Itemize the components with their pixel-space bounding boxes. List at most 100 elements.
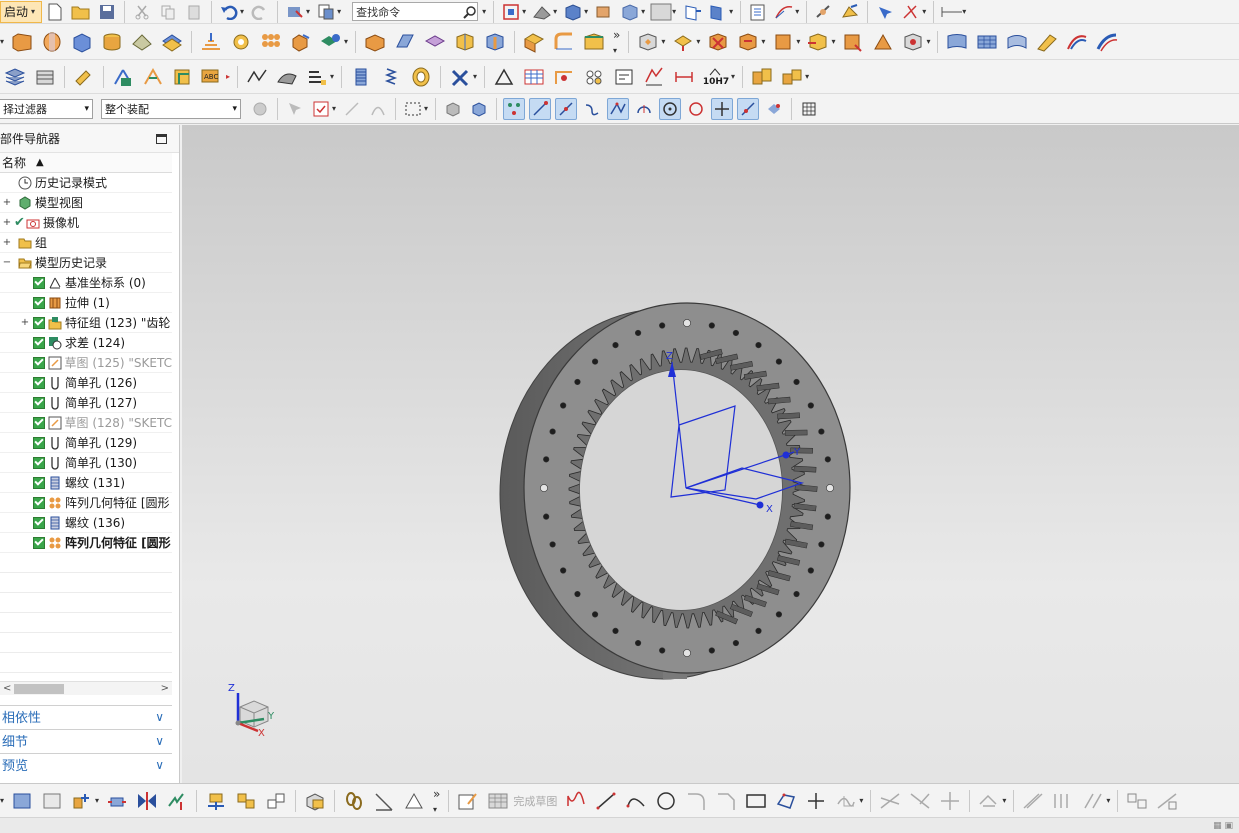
emboss-icon[interactable]	[198, 29, 224, 55]
panel-preview[interactable]: 预览 ∨	[0, 753, 172, 775]
explode-view-icon[interactable]	[203, 788, 229, 814]
sew-icon[interactable]	[422, 29, 448, 55]
dropdown-caret-icon[interactable]: ▾	[859, 796, 863, 805]
cut-icon[interactable]	[131, 1, 153, 23]
layers-icon[interactable]	[2, 64, 28, 90]
make-corner-icon[interactable]	[937, 788, 963, 814]
dropdown-caret-icon[interactable]: ▾	[330, 72, 334, 81]
analysis-curve-icon[interactable]	[773, 1, 795, 23]
swept-icon[interactable]	[1034, 29, 1060, 55]
dropdown-caret-icon[interactable]: ▾	[922, 7, 926, 16]
select-icon[interactable]	[284, 98, 306, 120]
dropdown-caret-icon[interactable]: ▾	[553, 7, 557, 16]
product-interface-icon[interactable]	[302, 788, 328, 814]
clearance-analysis-icon[interactable]	[371, 788, 397, 814]
dropdown-caret-icon[interactable]: ▾	[306, 7, 310, 16]
command-search-input[interactable]: 查找命令	[352, 2, 479, 21]
clip-section-icon[interactable]	[619, 1, 641, 23]
panel-details[interactable]: 细节 ∨	[0, 729, 172, 751]
dropdown-caret-icon[interactable]: ▾	[0, 37, 4, 46]
snap-point-icon[interactable]	[900, 1, 922, 23]
new-file-icon[interactable]	[44, 1, 66, 23]
offset-face-icon[interactable]	[159, 29, 185, 55]
render-style-icon[interactable]	[562, 1, 584, 23]
assembly-constraints-icon[interactable]	[749, 64, 775, 90]
split-body-icon[interactable]	[392, 29, 418, 55]
dropdown-caret-icon[interactable]: ▾	[796, 37, 800, 46]
pattern-face-icon[interactable]	[870, 29, 896, 55]
n-sided-surface-icon[interactable]	[1094, 29, 1120, 55]
cancel-reference-icon[interactable]	[447, 64, 473, 90]
save-icon[interactable]	[96, 1, 118, 23]
scroll-right-icon[interactable]: >	[161, 683, 169, 694]
text-annotation-icon[interactable]: ABC	[200, 64, 226, 90]
thread-feature-icon[interactable]	[348, 64, 374, 90]
chamfer-sketch-icon[interactable]	[713, 788, 739, 814]
block-icon[interactable]	[69, 29, 95, 55]
surface-curve-icon[interactable]	[274, 64, 300, 90]
expand-toggle-icon[interactable]: +	[20, 317, 30, 328]
dropdown-caret-icon[interactable]: ▾	[95, 796, 99, 805]
touch-mode-icon[interactable]	[284, 1, 306, 23]
layer-settings-icon[interactable]	[681, 1, 703, 23]
line-icon[interactable]	[593, 788, 619, 814]
extrude-icon[interactable]	[9, 29, 35, 55]
graphics-viewport[interactable]: X Y Z Z Y X	[182, 125, 1239, 783]
dropdown-caret-icon[interactable]: ▾	[1002, 796, 1006, 805]
paste-icon[interactable]	[183, 1, 205, 23]
layer-category-icon[interactable]	[32, 64, 58, 90]
dropdown-caret-icon[interactable]: ▾	[424, 104, 428, 113]
end-point-icon[interactable]	[529, 97, 552, 120]
start-menu-button[interactable]: 启动 ▾	[0, 0, 43, 23]
background-color-icon[interactable]	[650, 1, 672, 23]
visibility-checkbox[interactable]	[33, 456, 45, 469]
tree-node[interactable]: 简单孔 (127)	[0, 393, 172, 413]
column-header-name[interactable]: 名称 ▲	[0, 153, 172, 173]
unite-icon[interactable]	[288, 29, 314, 55]
dropdown-caret-icon[interactable]: ▾	[337, 7, 341, 16]
draft-icon[interactable]	[581, 29, 607, 55]
tree-node[interactable]: 求差 (124)	[0, 333, 172, 353]
visibility-checkbox[interactable]	[33, 316, 45, 329]
link-chain-icon[interactable]	[341, 788, 367, 814]
arc-center-icon[interactable]	[633, 98, 655, 120]
thicken-icon[interactable]	[452, 29, 478, 55]
existing-point-icon[interactable]	[711, 97, 734, 120]
wcs-orient-icon[interactable]	[170, 64, 196, 90]
table-grid-icon[interactable]	[521, 64, 547, 90]
mirror-curve-icon[interactable]	[1050, 788, 1076, 814]
project-curve-icon[interactable]	[1080, 788, 1106, 814]
trim-body-icon[interactable]	[362, 29, 388, 55]
sequence-icon[interactable]	[233, 788, 259, 814]
geometric-constraints-icon[interactable]	[1124, 788, 1150, 814]
selection-scope-dropdown[interactable]: 整个装配 ▾	[101, 98, 241, 119]
hole-table-icon[interactable]	[551, 64, 577, 90]
edit-section-icon[interactable]	[593, 1, 615, 23]
toolbar-overflow-icon[interactable]: » ▾	[613, 28, 620, 56]
move-component-icon[interactable]	[104, 788, 130, 814]
tree-node[interactable]: 简单孔 (126)	[0, 373, 172, 393]
subtract-body-icon[interactable]	[318, 29, 344, 55]
extract-geometry-icon[interactable]	[129, 29, 155, 55]
fillet-icon[interactable]	[683, 788, 709, 814]
expand-toggle-icon[interactable]: +	[2, 237, 12, 248]
visibility-checkbox[interactable]	[33, 276, 45, 289]
dropdown-caret-icon[interactable]: ▾	[831, 37, 835, 46]
dropdown-caret-icon[interactable]: ▾	[661, 37, 665, 46]
tree-node[interactable]: 草图 (128) "SKETC	[0, 413, 172, 433]
wcs-dynamic-icon[interactable]	[140, 64, 166, 90]
snap-enable-icon[interactable]	[503, 97, 526, 120]
dropdown-caret-icon[interactable]: ▾	[522, 7, 526, 16]
dropdown-caret-icon[interactable]: ▾	[696, 37, 700, 46]
finish-sketch-icon[interactable]	[485, 788, 511, 814]
new-component-icon[interactable]	[39, 788, 65, 814]
pattern-curve-icon[interactable]	[1020, 788, 1046, 814]
surface-mesh-icon[interactable]	[974, 29, 1000, 55]
tree-node[interactable]: 简单孔 (129)	[0, 433, 172, 453]
constraint-icon[interactable]	[164, 788, 190, 814]
mid-point-icon[interactable]	[555, 97, 578, 120]
cylinder-icon[interactable]	[99, 29, 125, 55]
dropdown-caret-icon[interactable]: ▾	[1106, 796, 1110, 805]
point-icon[interactable]	[803, 788, 829, 814]
point-on-curve-icon[interactable]	[737, 97, 760, 120]
